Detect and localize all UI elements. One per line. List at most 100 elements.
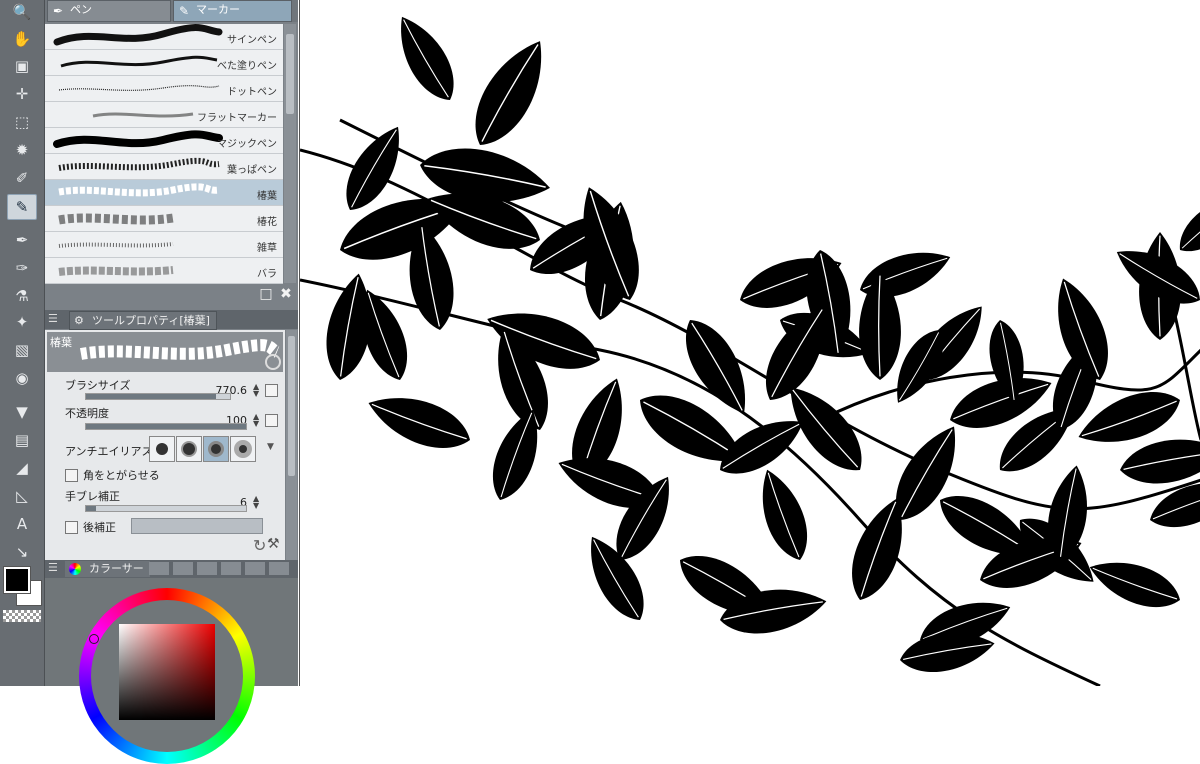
tab-marker[interactable]: ✎ マーカー [173, 0, 292, 22]
text-icon[interactable]: A [7, 512, 37, 536]
antialias-none-option[interactable] [149, 436, 175, 462]
ruler-icon[interactable]: ◺ [7, 484, 37, 508]
panel-menu-icon[interactable]: ☰ [48, 312, 58, 325]
drawing-canvas[interactable] [299, 0, 1200, 686]
tool-property-scrollbar[interactable] [286, 330, 297, 560]
selection-icon[interactable]: ⬚ [7, 110, 37, 134]
opacity-slider[interactable] [85, 423, 247, 430]
stroke-preview-icon [58, 242, 174, 248]
sub-tool-tabs: ✒ ペン ✎ マーカー [45, 0, 298, 22]
gear-icon: ⚙ [74, 314, 84, 327]
loading-icon: ↻ [253, 536, 267, 555]
list-item[interactable]: 椿花 [45, 206, 283, 232]
tab-label: マーカー [196, 3, 240, 16]
foreground-color-swatch[interactable] [3, 566, 31, 594]
preview-zoom-icon[interactable] [265, 354, 281, 370]
list-item[interactable]: ドットペン [45, 76, 283, 102]
tool-property-title: ツールプロパティ[椿葉] [92, 314, 210, 327]
dropdown-arrow-icon[interactable]: ▼ [267, 442, 274, 452]
list-item[interactable]: マジックペン [45, 128, 283, 154]
stroke-preview-icon [58, 266, 174, 276]
decoration-icon[interactable]: ✦ [7, 310, 37, 334]
sub-view-tab-icon[interactable] [269, 562, 289, 575]
zoom-icon[interactable]: 🔍 [7, 0, 37, 24]
sharp-corners-checkbox[interactable] [65, 469, 78, 482]
list-item[interactable]: 葉っぱペン [45, 154, 283, 180]
stabilization-label: 手ブレ補正 [65, 490, 120, 503]
list-item[interactable]: 椿葉 [45, 180, 283, 206]
brush-size-label: ブラシサイズ [65, 379, 131, 392]
stabilization-slider[interactable] [85, 505, 247, 512]
scrollbar-thumb[interactable] [288, 336, 295, 476]
antialias-strong-option[interactable] [230, 436, 256, 462]
new-subtool-icon[interactable]: □ [257, 286, 275, 304]
approximate-color-tab-icon[interactable] [221, 562, 241, 575]
hand-icon[interactable]: ✋ [7, 27, 37, 51]
stroke-preview-icon [60, 55, 218, 68]
brush-size-slider[interactable] [85, 393, 231, 400]
brush-name: 雑草 [257, 243, 277, 254]
pen-icon[interactable]: ✒ [7, 228, 37, 252]
eraser-icon[interactable]: ▧ [7, 338, 37, 362]
opacity-spinner[interactable]: ▲ ▼ [253, 413, 259, 428]
marker-icon[interactable]: ✎ [7, 194, 37, 220]
wrench-icon[interactable]: ⚒ [267, 536, 280, 552]
brush-name: サインペン [227, 35, 277, 46]
operation-icon[interactable]: ✛ [7, 82, 37, 106]
opacity-pressure-toggle[interactable] [265, 414, 278, 427]
tool-property-body: 椿葉 ブラシサイズ 770.6 ▲ ▼ 不透明度 100 ▲ ▼ アンチエイリアス … [45, 330, 285, 560]
color-tab-label: カラーサー [89, 562, 144, 575]
brush-name: 椿葉 [257, 191, 277, 202]
brush-size-spinner[interactable]: ▲ ▼ [253, 383, 259, 398]
antialias-label: アンチエイリアス [65, 445, 153, 458]
stroke-preview-icon [58, 183, 220, 197]
brush-list-scrollbar[interactable] [284, 24, 296, 283]
panel-menu-icon[interactable]: ☰ [48, 561, 58, 574]
transparent-color-swatch[interactable] [3, 610, 41, 622]
brush-size-pressure-toggle[interactable] [265, 384, 278, 397]
scrollbar-thumb[interactable] [286, 34, 294, 114]
object-icon[interactable]: ▣ [7, 54, 37, 78]
tab-color-circle[interactable]: カラーサー [65, 561, 150, 577]
gradient-icon[interactable]: ▤ [7, 428, 37, 452]
airbrush-icon[interactable]: ⚗ [7, 284, 37, 308]
list-item[interactable]: べた塗りペン [45, 50, 283, 76]
list-item[interactable]: バラ [45, 258, 283, 284]
saturation-value-square[interactable] [119, 624, 215, 720]
auto-select-icon[interactable]: ✹ [7, 138, 37, 162]
color-panel-header: ☰ カラーサー [45, 560, 298, 578]
tab-tool-property[interactable]: ⚙ ツールプロパティ[椿葉] [69, 311, 217, 330]
stroke-preview-icon [58, 157, 220, 171]
color-history-tab-icon[interactable] [245, 562, 265, 575]
stroke-preview-icon [58, 213, 174, 225]
trash-icon[interactable]: ✖ [277, 286, 295, 304]
figure-icon[interactable]: ◢ [7, 456, 37, 480]
list-item[interactable]: サインペン [45, 24, 283, 50]
antialias-medium-option[interactable] [203, 436, 229, 462]
list-item[interactable]: 雑草 [45, 232, 283, 258]
brush-preview: 椿葉 [47, 332, 283, 372]
stroke-preview-icon [53, 24, 223, 46]
eyedropper-icon[interactable]: ✐ [7, 166, 37, 190]
leaf-illustration[interactable] [300, 0, 1200, 686]
brush-icon[interactable]: ✑ [7, 256, 37, 280]
blend-icon[interactable]: ◉ [7, 366, 37, 390]
color-set-tab-icon[interactable] [173, 562, 193, 575]
tab-pen[interactable]: ✒ ペン [47, 0, 171, 22]
post-correction-slider[interactable] [131, 518, 263, 534]
color-slider-tab-icon[interactable] [149, 562, 169, 575]
fill-icon[interactable]: ▼ [7, 400, 37, 424]
hue-ring[interactable] [79, 588, 255, 764]
post-correction-checkbox[interactable] [65, 521, 78, 534]
intermediate-color-tab-icon[interactable] [197, 562, 217, 575]
pen-icon: ✒ [53, 4, 64, 18]
balloon-icon[interactable]: ↘ [7, 540, 37, 564]
brush-name: 葉っぱペン [227, 165, 277, 176]
preview-stroke-icon [79, 339, 280, 360]
opacity-label: 不透明度 [65, 407, 109, 420]
brush-name: フラットマーカー [197, 113, 277, 124]
stabilization-spinner[interactable]: ▲ ▼ [253, 495, 259, 510]
antialias-weak-option[interactable] [176, 436, 202, 462]
brush-list-footer: □ ✖ [45, 284, 298, 308]
list-item[interactable]: フラットマーカー [45, 102, 283, 128]
